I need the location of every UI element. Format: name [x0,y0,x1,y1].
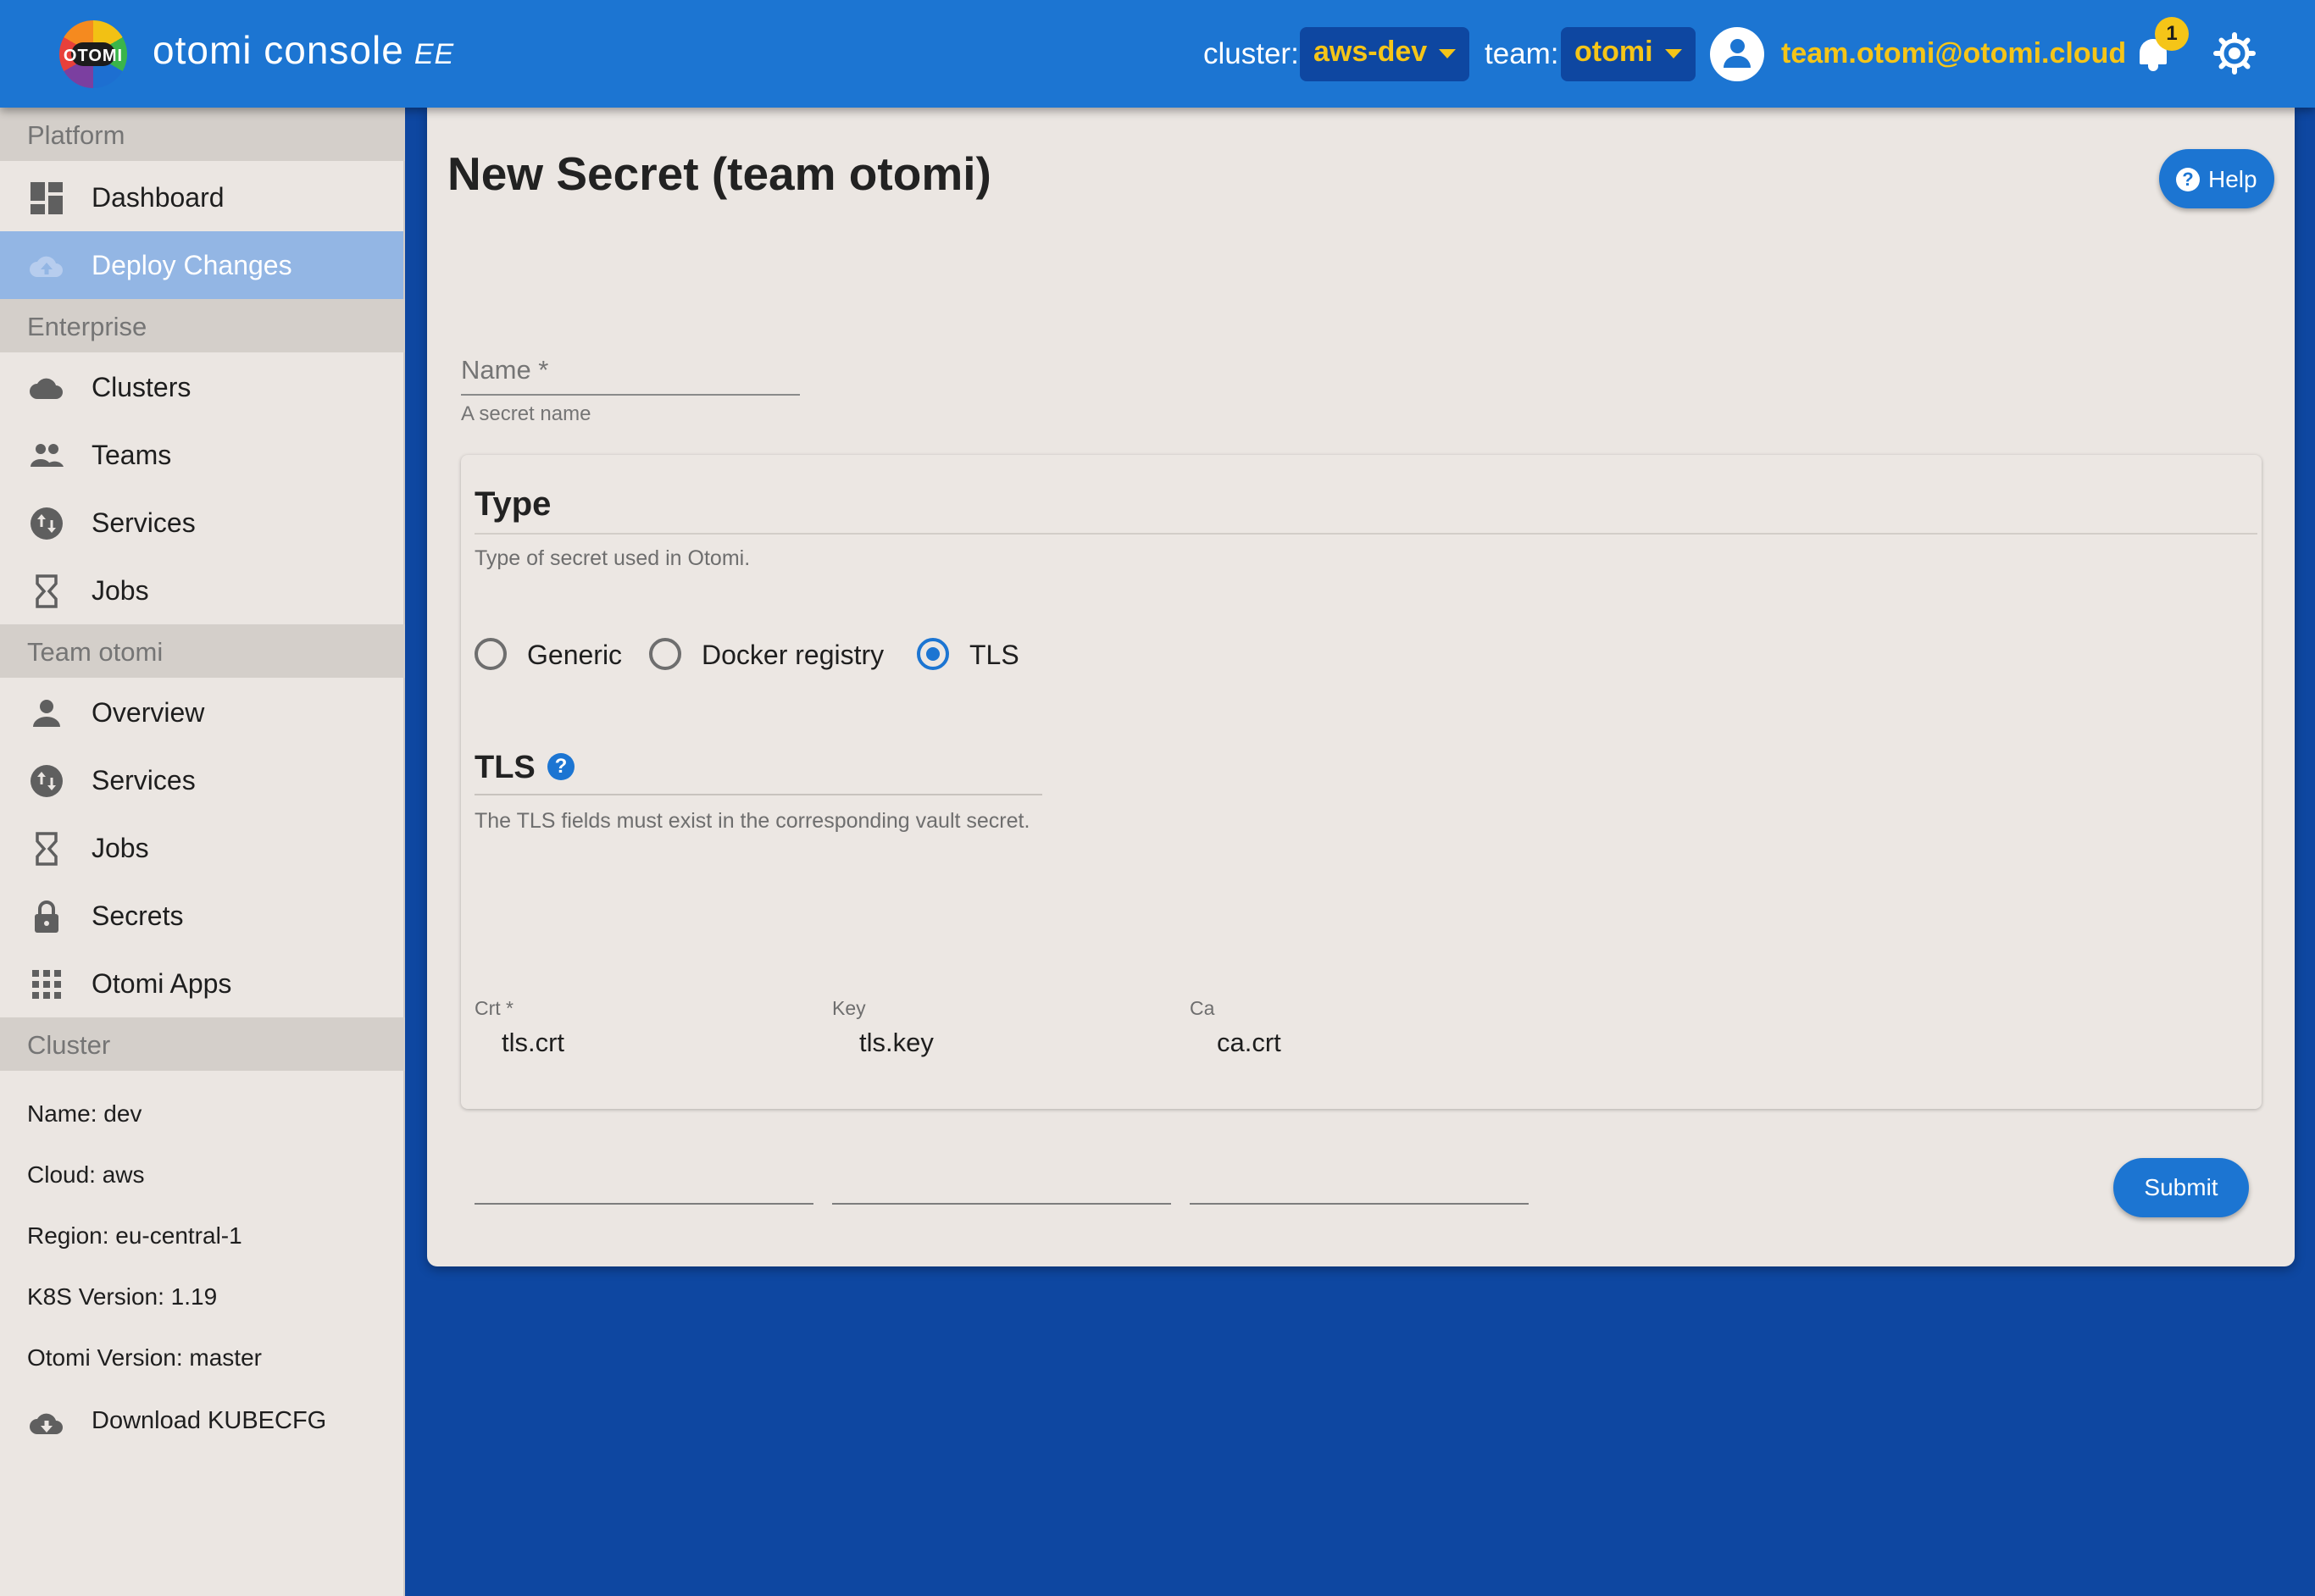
sidebar-item-otomi-apps[interactable]: Otomi Apps [0,950,403,1017]
tls-help-icon[interactable]: ? [547,753,575,780]
swap-vert-icon [31,765,63,797]
page-title: New Secret (team otomi) [447,147,991,200]
cluster-info-otomi-version: Otomi Version: master [27,1344,262,1371]
swap-vert-icon [31,507,63,540]
radio-label: Generic [527,640,623,670]
logo-text: OTOMI [63,47,124,65]
sidebar-item-team-jobs[interactable]: Jobs [0,814,403,882]
cloud-download-icon [30,1413,63,1434]
help-button[interactable]: ? Help [2159,149,2274,208]
radio-label: TLS [969,640,1019,670]
sidebar-item-secrets[interactable]: Secrets [0,882,403,950]
key-field-value[interactable]: tls.key [859,1028,934,1058]
people-icon [31,444,64,467]
avatar-body [1724,56,1751,68]
app-edition: EE [414,38,455,70]
top-app-bar: OTOMI otomi console EE cluster: aws-dev t… [0,0,2315,108]
cluster-info-cloud: Cloud: aws [27,1161,145,1188]
bell-clapper [2148,64,2158,71]
hourglass-icon [36,832,58,866]
ca-field-label: Ca [1190,997,1215,1019]
sidebar-item-label: Services [92,765,196,795]
user-email[interactable]: team.otomi@otomi.cloud [1781,37,2126,70]
team-label: team: [1485,37,1559,70]
cluster-info-region: Region: eu-central-1 [27,1222,242,1249]
tls-section-title: TLS [475,750,536,785]
user-avatar-icon[interactable] [1710,27,1764,81]
ca-field-value[interactable]: ca.crt [1217,1028,1281,1058]
chevron-down-icon [1664,48,1682,58]
notification-count-badge: 1 [2155,17,2189,51]
help-icon: ? [2176,168,2200,191]
submit-button[interactable]: Submit [2113,1158,2249,1217]
apps-grid-icon [32,970,61,999]
sidebar-item-label: Overview [92,697,205,728]
radio-unchecked-icon [649,638,681,670]
chevron-down-icon [1439,48,1457,58]
sidebar-section-platform: Platform [0,108,405,161]
cloud-upload-icon [30,256,63,277]
sidebar-section-cluster: Cluster [0,1017,405,1071]
tls-section-description: The TLS fields must exist in the corresp… [475,809,1030,833]
sidebar-section-team: Team otomi [0,624,405,678]
name-field[interactable] [461,394,800,396]
type-section-description: Type of secret used in Otomi. [475,546,751,570]
crt-field-label: Crt * [475,997,514,1019]
sidebar-item-label: Download KUBECFG [92,1407,327,1434]
cluster-select[interactable]: aws-dev [1300,27,1470,81]
person-icon [33,700,60,727]
sidebar-section-enterprise: Enterprise [0,299,405,352]
name-field-label: Name * [461,355,549,385]
help-button-label: Help [2208,166,2257,192]
new-secret-card: New Secret (team otomi) ? Help Name * A … [427,108,2295,1266]
cluster-label: cluster: [1203,37,1299,70]
team-select[interactable]: otomi [1561,27,1696,81]
radio-checked-icon [917,638,949,670]
sidebar-item-label: Secrets [92,901,184,931]
app-title: otomi console EE [153,27,454,73]
download-kubecfg-button[interactable]: Download KUBECFG [0,1388,403,1456]
cluster-select-value: aws-dev [1313,36,1428,68]
sidebar-item-label: Otomi Apps [92,968,232,999]
radio-unchecked-icon [475,638,507,670]
sidebar-item-overview[interactable]: Overview [0,679,403,746]
app-title-text: otomi console [153,28,404,72]
sidebar-item-label: Clusters [92,372,192,402]
type-section-title: Type [475,485,552,523]
dashboard-icon [31,182,63,214]
sidebar-item-team-services[interactable]: Services [0,746,403,814]
sidebar-item-label: Deploy Changes [92,250,292,280]
sidebar-item-label: Dashboard [92,182,225,213]
sidebar-item-services[interactable]: Services [0,489,403,557]
theme-settings-icon[interactable] [2213,32,2256,75]
sidebar-item-deploy-changes[interactable]: Deploy Changes [0,231,403,299]
type-panel: Type Type of secret used in Otomi. Gener… [461,455,2262,1205]
avatar-head [1730,39,1745,53]
crt-field[interactable] [475,1203,813,1205]
cloud-icon [30,378,63,399]
sidebar-item-jobs[interactable]: Jobs [0,557,403,624]
cluster-info-name: Name: dev [27,1100,142,1127]
hourglass-icon [36,574,58,608]
sidebar-item-label: Teams [92,440,172,470]
lock-icon [35,901,58,933]
crt-field-value[interactable]: tls.crt [502,1028,564,1058]
sidebar-item-label: Jobs [92,833,149,863]
otomi-logo[interactable]: OTOMI [59,20,127,88]
ca-field[interactable] [1190,1203,1529,1205]
team-select-value: otomi [1574,36,1653,68]
sidebar-item-label: Services [92,507,196,538]
sidebar: Platform Dashboard Deploy Changes Enterp… [0,108,405,1596]
key-field[interactable] [832,1203,1171,1205]
tls-divider [475,794,1042,795]
sidebar-item-dashboard[interactable]: Dashboard [0,163,403,231]
radio-label: Docker registry [702,640,885,670]
sidebar-item-clusters[interactable]: Clusters [0,353,403,421]
key-field-label: Key [832,997,866,1019]
type-divider [475,533,2257,535]
sidebar-item-label: Jobs [92,575,149,606]
cluster-info-k8s-version: K8S Version: 1.19 [27,1283,218,1310]
name-field-helper: A secret name [461,402,591,425]
sidebar-item-teams[interactable]: Teams [0,421,403,489]
